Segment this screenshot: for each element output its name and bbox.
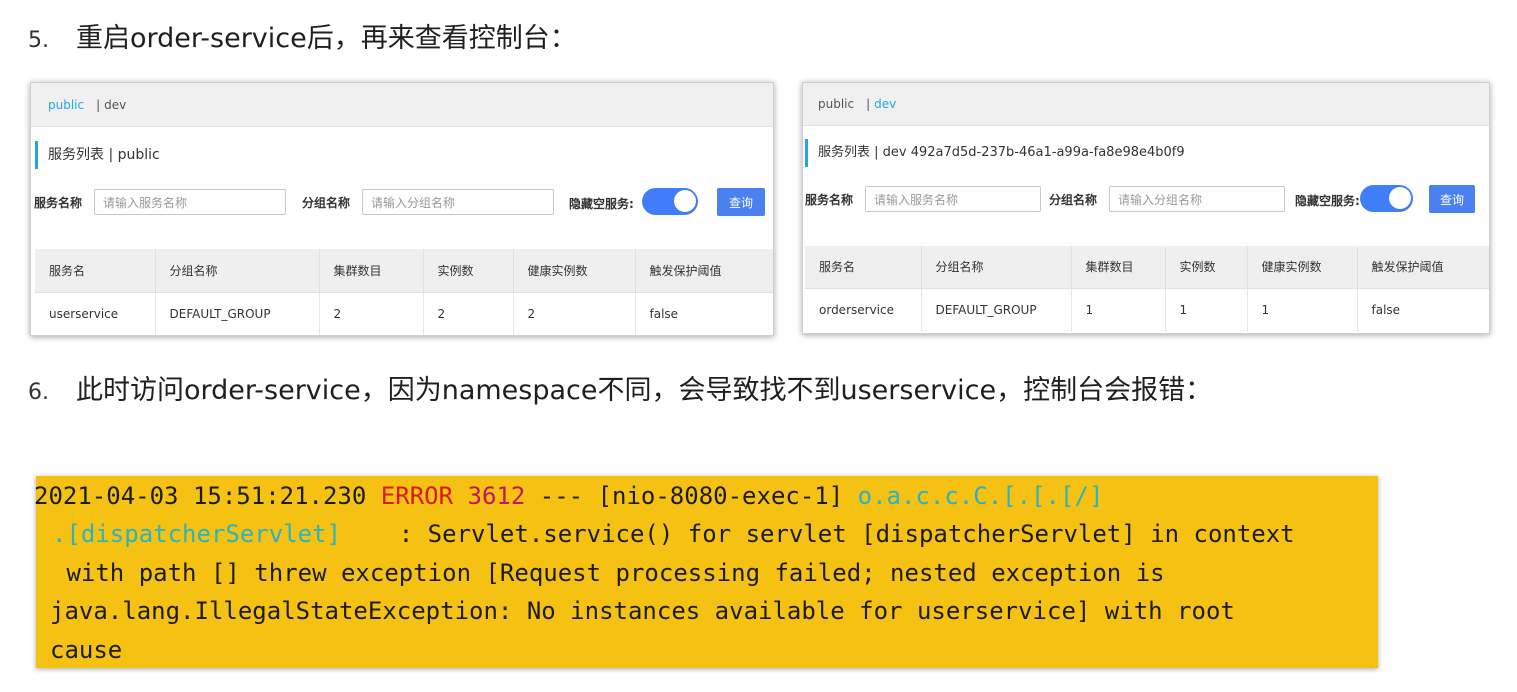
service-table: 服务名 分组名称 集群数目 实例数 健康实例数 触发保护阈值 orderserv…: [805, 246, 1489, 331]
query-button[interactable]: 查询: [1429, 185, 1475, 213]
namespace-separator: |: [96, 97, 101, 112]
group-name-cell: DEFAULT_GROUP: [155, 292, 320, 335]
column-header: 服务名: [35, 249, 156, 293]
log-line-2: .[dispatcherServlet] : Servlet.service()…: [52, 520, 1295, 548]
healthy-instance-cell: 2: [513, 292, 636, 335]
protect-threshold-cell: false: [1357, 288, 1489, 331]
service-name-label: 服务名称: [805, 192, 854, 207]
column-header: 触发保护阈值: [635, 249, 773, 293]
instance-count-cell: 1: [1165, 288, 1248, 331]
log-level: ERROR: [380, 482, 454, 510]
column-header: 集群数目: [1071, 246, 1166, 289]
log-line-1: 2021-04-03 15:51:21.230 ERROR 3612 --- […: [34, 482, 1103, 510]
log-line-4: java.lang.IllegalStateException: No inst…: [50, 597, 1235, 625]
group-name-label: 分组名称: [302, 195, 351, 210]
table-header-row: 服务名 分组名称 集群数目 实例数 健康实例数 触发保护阈值: [35, 249, 773, 293]
table-row: orderservice DEFAULT_GROUP 1 1 1 false: [805, 288, 1489, 331]
table-row: userservice DEFAULT_GROUP 2 2 2 false: [35, 292, 773, 335]
step-text: 此时访问order-service，因为namespace不同，会导致找不到us…: [76, 375, 1213, 406]
table-header-row: 服务名 分组名称 集群数目 实例数 健康实例数 触发保护阈值: [805, 246, 1489, 289]
column-header: 实例数: [1165, 246, 1248, 289]
log-pid: 3612: [467, 482, 526, 510]
toggle-knob: [1389, 187, 1411, 209]
namespace-public-link[interactable]: public: [48, 98, 84, 112]
log-logger: o.a.c.c.C.[.[.[/]: [857, 482, 1104, 510]
namespace-separator: |: [866, 97, 871, 111]
group-name-label: 分组名称: [1049, 192, 1098, 207]
service-name-cell: userservice: [35, 292, 156, 335]
group-name-filter: 分组名称 请输入分组名称: [1049, 186, 1286, 212]
cluster-count-cell: 1: [1071, 288, 1166, 331]
log-message: : Servlet.service() for servlet [dispatc…: [340, 520, 1295, 548]
step-number: 5.: [28, 28, 49, 53]
column-header: 健康实例数: [1247, 246, 1358, 289]
column-header: 分组名称: [921, 246, 1072, 289]
column-header: 集群数目: [319, 249, 424, 293]
service-name-filter: 服务名称 请输入服务名称: [34, 189, 287, 215]
log-logger-cont: .[dispatcherServlet]: [52, 520, 341, 548]
service-name-label: 服务名称: [34, 195, 83, 210]
group-name-filter: 分组名称 请输入分组名称: [302, 189, 555, 215]
console-error-log: 2021-04-03 15:51:21.230 ERROR 3612 --- […: [34, 476, 1378, 668]
log-dashes: ---: [539, 482, 584, 510]
group-name-cell: DEFAULT_GROUP: [921, 288, 1072, 331]
step-5-heading: 5. 重启order-service后，再来查看控制台：: [28, 16, 577, 55]
hide-empty-label: 隐藏空服务:: [569, 197, 634, 211]
namespace-bar: public | dev: [803, 83, 1489, 126]
service-list-title: 服务列表 | dev 492a7d5d-237b-46a1-a99a-fa8e9…: [805, 139, 1185, 167]
log-line-5: cause: [50, 636, 123, 664]
protect-threshold-cell: false: [635, 292, 773, 335]
hide-empty-toggle[interactable]: [642, 188, 698, 215]
column-header: 触发保护阈值: [1357, 246, 1489, 289]
namespace-public-link[interactable]: public: [818, 97, 854, 111]
step-number: 6.: [28, 380, 49, 405]
hide-empty-filter: 隐藏空服务:: [569, 195, 646, 212]
hide-empty-label: 隐藏空服务:: [1295, 194, 1360, 208]
healthy-instance-cell: 1: [1247, 288, 1358, 331]
service-name-cell: orderservice: [805, 288, 922, 331]
query-button[interactable]: 查询: [717, 188, 765, 216]
log-timestamp: 2021-04-03 15:51:21.230: [34, 482, 367, 510]
column-header: 分组名称: [155, 249, 320, 293]
namespace-dev-link[interactable]: dev: [104, 98, 126, 112]
namespace-bar: public | dev: [31, 83, 773, 127]
group-name-input[interactable]: 请输入分组名称: [1109, 186, 1286, 212]
column-header: 实例数: [423, 249, 514, 293]
service-list-title: 服务列表 | public: [35, 141, 160, 169]
log-line-3: with path [] threw exception [Request pr…: [52, 559, 1165, 587]
cluster-count-cell: 2: [319, 292, 424, 335]
group-name-input[interactable]: 请输入分组名称: [362, 189, 555, 215]
service-name-input[interactable]: 请输入服务名称: [94, 189, 287, 215]
namespace-dev-link[interactable]: dev: [874, 97, 896, 111]
log-thread: [nio-8080-exec-1]: [597, 482, 844, 510]
nacos-panel-dev: public | dev 服务列表 | dev 492a7d5d-237b-46…: [802, 82, 1490, 334]
service-table: 服务名 分组名称 集群数目 实例数 健康实例数 触发保护阈值 userservi…: [35, 249, 773, 335]
instance-count-cell: 2: [423, 292, 514, 335]
step-6-heading: 6. 此时访问order-service，因为namespace不同，会导致找不…: [28, 368, 1212, 407]
hide-empty-toggle[interactable]: [1360, 185, 1413, 212]
nacos-panel-public: public | dev 服务列表 | public 服务名称 请输入服务名称 …: [30, 82, 774, 336]
service-name-input[interactable]: 请输入服务名称: [865, 186, 1042, 212]
column-header: 服务名: [805, 246, 922, 289]
toggle-knob: [674, 190, 696, 212]
column-header: 健康实例数: [513, 249, 636, 293]
step-text: 重启order-service后，再来查看控制台：: [76, 23, 577, 54]
service-name-filter: 服务名称 请输入服务名称: [805, 186, 1042, 212]
